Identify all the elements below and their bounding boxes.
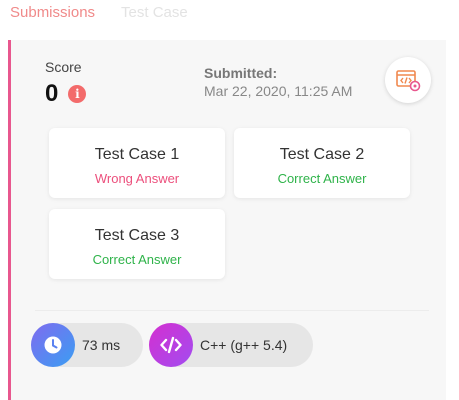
test-case-result: Correct Answer	[277, 171, 367, 186]
test-case-result: Wrong Answer	[94, 171, 180, 186]
code-icon	[149, 323, 193, 367]
submission-tabs: Submissions Test Case	[10, 0, 188, 24]
test-case-title: Test Case 2	[279, 146, 365, 163]
submission-panel: Score 0 i Submitted: Mar 22, 2020, 11:25…	[8, 40, 446, 400]
info-icon[interactable]: i	[68, 85, 87, 103]
score-value: 0	[45, 80, 59, 107]
test-case-title: Test Case 1	[94, 146, 180, 163]
language-value: C++ (g++ 5.4)	[200, 337, 288, 353]
runtime-value: 73 ms	[82, 337, 121, 353]
language-badge: C++ (g++ 5.4)	[149, 323, 313, 367]
submitted-label: Submitted:	[204, 65, 278, 81]
test-case-card-3[interactable]: Test Case 3 Correct Answer	[49, 209, 225, 279]
clock-icon	[31, 323, 75, 367]
score-label: Score	[45, 59, 82, 75]
tab-test-case[interactable]: Test Case	[121, 4, 188, 21]
submitted-date: Mar 22, 2020, 11:25 AM	[204, 83, 353, 99]
test-case-title: Test Case 3	[94, 227, 180, 244]
divider	[35, 310, 429, 311]
score-row: 0 i	[45, 80, 87, 107]
tab-submissions[interactable]: Submissions	[10, 4, 95, 21]
code-settings-icon	[396, 70, 421, 92]
test-case-card-2[interactable]: Test Case 2 Correct Answer	[234, 128, 410, 198]
runtime-badge: 73 ms	[31, 323, 143, 367]
test-case-card-1[interactable]: Test Case 1 Wrong Answer	[49, 128, 225, 198]
test-case-result: Correct Answer	[92, 252, 182, 267]
view-code-button[interactable]	[385, 57, 431, 103]
